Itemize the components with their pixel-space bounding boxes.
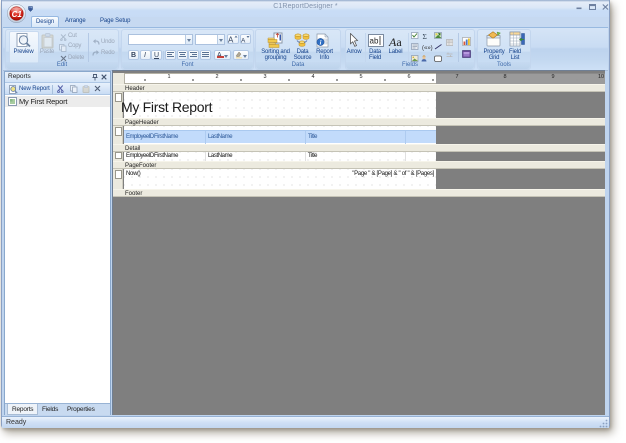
svg-text:ab: ab [370,37,379,46]
svg-text:(«»): («») [422,46,433,52]
svg-text:i: i [320,40,322,47]
svg-text:A: A [228,36,234,44]
svg-text:A: A [241,38,246,44]
svg-text:Σ: Σ [423,32,427,41]
